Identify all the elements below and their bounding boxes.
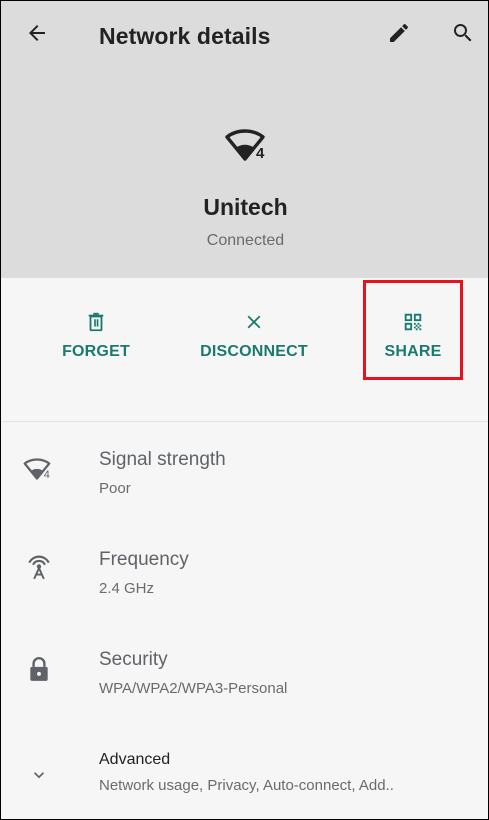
security-value: WPA/WPA2/WPA3-Personal: [99, 680, 288, 697]
trash-icon: [88, 312, 104, 332]
arrow-back-icon: [29, 25, 45, 41]
signal-strength-value: Poor: [99, 480, 131, 497]
network-name: Unitech: [203, 194, 288, 220]
close-icon: [247, 315, 261, 329]
wifi-signal-icon: 4: [225, 129, 265, 162]
signal-badge: 4: [44, 469, 50, 481]
network-header: Network details 4 Unitech Connected: [1, 1, 488, 278]
screen: Network details 4 Unitech Connected FORG…: [0, 0, 489, 820]
signal-strength-row: 4 Signal strength Poor: [1, 431, 488, 531]
antenna-icon: [28, 555, 50, 580]
share-label: SHARE: [384, 343, 442, 360]
frequency-value: 2.4 GHz: [99, 580, 155, 597]
signal-strength-title: Signal strength: [99, 449, 226, 470]
edit-button[interactable]: [379, 13, 419, 53]
advanced-row[interactable]: Advanced Network usage, Privacy, Auto-co…: [1, 731, 488, 819]
forget-button[interactable]: FORGET: [41, 278, 151, 398]
advanced-value: Network usage, Privacy, Auto-connect, Ad…: [99, 777, 394, 794]
disconnect-button[interactable]: DISCONNECT: [193, 278, 315, 398]
frequency-row: Frequency 2.4 GHz: [1, 531, 488, 631]
forget-label: FORGET: [62, 343, 130, 360]
disconnect-label: DISCONNECT: [200, 343, 308, 360]
share-button[interactable]: SHARE: [363, 278, 463, 398]
chevron-down-icon: [34, 772, 44, 779]
page-title: Network details: [99, 23, 271, 49]
pencil-icon: [390, 23, 409, 42]
advanced-title: Advanced: [99, 751, 171, 768]
search-button[interactable]: [443, 13, 483, 53]
back-button[interactable]: [17, 13, 57, 53]
frequency-title: Frequency: [99, 549, 189, 570]
connection-status: Connected: [206, 232, 285, 249]
wifi-signal-icon: 4: [23, 458, 51, 481]
wifi-badge: 4: [256, 145, 265, 162]
lock-icon: [30, 657, 48, 681]
security-row: Security WPA/WPA2/WPA3-Personal: [1, 631, 488, 731]
security-title: Security: [99, 649, 168, 670]
divider: [1, 421, 488, 422]
search-icon: [454, 24, 472, 42]
qr-code-icon: [404, 313, 422, 331]
